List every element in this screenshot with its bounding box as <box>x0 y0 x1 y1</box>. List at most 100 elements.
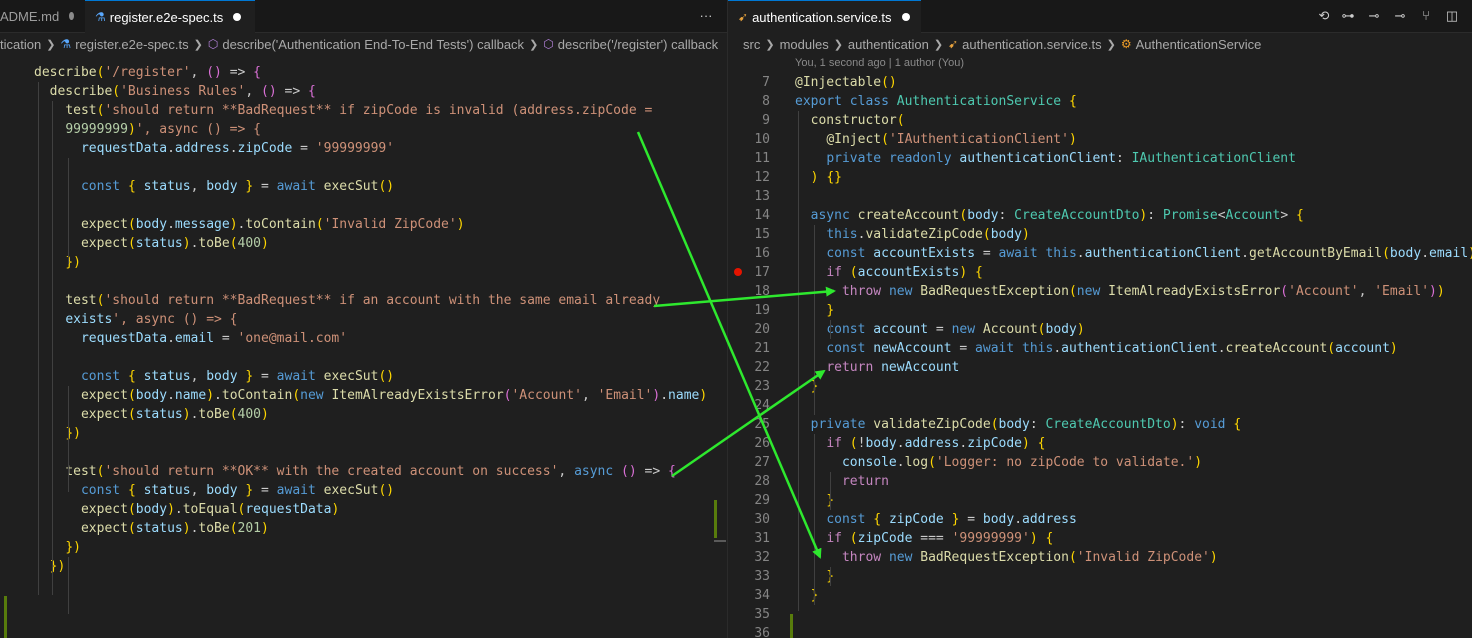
ellipsis-icon[interactable]: ··· <box>698 8 714 24</box>
indent-guide <box>814 225 815 415</box>
code-line[interactable]: expect(body.message).toContain('Invalid … <box>0 215 727 234</box>
code-line[interactable]: }) <box>0 253 727 272</box>
code-line[interactable]: }) <box>0 424 727 443</box>
code-line[interactable]: 26 if (!body.address.zipCode) { <box>728 434 1472 453</box>
code-line[interactable]: 20 const account = new Account(body) <box>728 320 1472 339</box>
code-line[interactable]: describe('Business Rules', () => { <box>0 82 727 101</box>
code-line[interactable] <box>0 196 727 215</box>
code-line[interactable]: 12 ) {} <box>728 168 1472 187</box>
breadcrumb-item[interactable]: describe('Authentication End-To-End Test… <box>222 37 524 52</box>
nestjs-file-icon: ➹ <box>738 10 749 24</box>
code-text: throw new BadRequestException(new ItemAl… <box>841 284 1445 299</box>
code-line[interactable]: 32 throw new BadRequestException('Invali… <box>728 548 1472 567</box>
breadcrumb-item[interactable]: describe('/register') callback <box>558 37 718 52</box>
chevron-right-icon: ❯ <box>46 38 56 51</box>
code-line[interactable]: 23 } <box>728 377 1472 396</box>
breadcrumb-item[interactable]: register.e2e-spec.ts <box>75 37 188 52</box>
code-line[interactable]: const { status, body } = await execSut() <box>0 177 727 196</box>
code-line[interactable]: 19 } <box>728 301 1472 320</box>
code-line[interactable]: describe('/register', () => { <box>0 63 727 82</box>
code-line[interactable]: 30 const { zipCode } = body.address <box>728 510 1472 529</box>
tab-register-e2e-spec[interactable]: ⚗ register.e2e-spec.ts <box>85 0 255 33</box>
tab-authentication-service[interactable]: ➹ authentication.service.ts <box>728 0 921 33</box>
code-line[interactable]: 29 } <box>728 491 1472 510</box>
code-line[interactable]: 7 @Injectable() <box>728 73 1472 92</box>
code-editor[interactable]: describe('/register', () => { describe('… <box>0 55 727 638</box>
code-line[interactable]: expect(status).toBe(201) <box>0 519 727 538</box>
git-commit-icon[interactable]: ⊶ <box>1340 8 1356 24</box>
code-line[interactable] <box>0 348 727 367</box>
scrollbar-change-marker <box>714 500 717 538</box>
code-line[interactable]: 31 if (zipCode === '99999999') { <box>728 529 1472 548</box>
code-line[interactable]: expect(status).toBe(400) <box>0 405 727 424</box>
git-compare-icon[interactable]: ⊸ <box>1366 8 1382 24</box>
code-line[interactable]: 28 return <box>728 472 1472 491</box>
flask-icon: ⚗ <box>95 10 106 24</box>
indent-guide <box>38 82 39 595</box>
code-text: expect(body.name).toContain(new ItemAlre… <box>80 388 708 403</box>
code-line[interactable]: 18 throw new BadRequestException(new Ite… <box>728 282 1472 301</box>
git-branch-icon[interactable]: ⑂ <box>1418 8 1434 24</box>
code-line[interactable]: 35 <box>728 605 1472 624</box>
code-line[interactable] <box>0 158 727 177</box>
breadcrumb-item[interactable]: tication <box>0 37 41 52</box>
code-line[interactable]: }) <box>0 538 727 557</box>
code-line[interactable]: 34 } <box>728 586 1472 605</box>
code-line[interactable]: 36 <box>728 624 1472 638</box>
code-line[interactable]: expect(body).toEqual(requestData) <box>0 500 727 519</box>
line-number: 23 <box>754 379 770 394</box>
tab-label: register.e2e-spec.ts <box>109 9 224 25</box>
line-number: 33 <box>754 569 770 584</box>
code-line[interactable]: test('should return **BadRequest** if an… <box>0 291 727 310</box>
breadcrumb-item[interactable]: authentication <box>848 37 929 52</box>
code-line[interactable]: 9 constructor( <box>728 111 1472 130</box>
code-line[interactable]: test('should return **OK** with the crea… <box>0 462 727 481</box>
line-number: 16 <box>754 246 770 261</box>
code-line[interactable] <box>0 272 727 291</box>
history-icon[interactable]: ⟲ <box>1316 8 1332 24</box>
indent-guide <box>830 320 831 339</box>
code-line[interactable]: expect(status).toBe(400) <box>0 234 727 253</box>
split-editor-icon[interactable]: ◫ <box>1444 8 1460 24</box>
code-line[interactable]: 22 return newAccount <box>728 358 1472 377</box>
code-line[interactable]: 13 <box>728 187 1472 206</box>
indent-guide <box>830 472 831 510</box>
tab-readme[interactable]: ADME.md <box>0 0 84 32</box>
code-line[interactable]: exists', async () => { <box>0 310 727 329</box>
code-line[interactable]: 21 const newAccount = await this.authent… <box>728 339 1472 358</box>
code-line[interactable] <box>0 443 727 462</box>
code-line[interactable]: }) <box>0 557 727 576</box>
git-compare-icon[interactable]: ⊸ <box>1392 8 1408 24</box>
code-line[interactable]: requestData.email = 'one@mail.com' <box>0 329 727 348</box>
breadcrumb-item[interactable]: AuthenticationService <box>1136 37 1262 52</box>
code-line[interactable]: 16 const accountExists = await this.auth… <box>728 244 1472 263</box>
code-line[interactable]: 8 export class AuthenticationService { <box>728 92 1472 111</box>
git-blame-codelens[interactable]: You, 1 second ago | 1 author (You) <box>795 57 964 69</box>
code-line[interactable]: 99999999)', async () => { <box>0 120 727 139</box>
left-editor-group: ADME.md ⚗ register.e2e-spec.ts ··· ticat… <box>0 0 727 638</box>
code-editor[interactable]: 7 @Injectable() 8 export class Authenticati… <box>728 55 1472 638</box>
breadcrumb-item[interactable]: modules <box>780 37 829 52</box>
line-number: 20 <box>754 322 770 337</box>
code-line[interactable]: 15 this.validateZipCode(body) <box>728 225 1472 244</box>
line-number: 13 <box>754 189 770 204</box>
code-line[interactable]: 17 if (accountExists) { <box>728 263 1472 282</box>
code-line[interactable]: 33 } <box>728 567 1472 586</box>
code-line[interactable]: 25 private validateZipCode(body: CreateA… <box>728 415 1472 434</box>
breadcrumb-item[interactable]: authentication.service.ts <box>962 37 1101 52</box>
code-line[interactable]: 10 @Inject('IAuthenticationClient') <box>728 130 1472 149</box>
chevron-right-icon: ❯ <box>193 38 203 51</box>
code-line[interactable]: const { status, body } = await execSut() <box>0 481 727 500</box>
code-line[interactable]: test('should return **BadRequest** if zi… <box>0 101 727 120</box>
code-line[interactable]: 14 async createAccount(body: CreateAccou… <box>728 206 1472 225</box>
line-number: 19 <box>754 303 770 318</box>
breakpoint-icon[interactable] <box>734 268 742 276</box>
code-line[interactable]: expect(body.name).toContain(new ItemAlre… <box>0 386 727 405</box>
line-number: 7 <box>762 75 770 90</box>
code-line[interactable]: requestData.address.zipCode = '99999999' <box>0 139 727 158</box>
breadcrumb-item[interactable]: src <box>743 37 760 52</box>
code-line[interactable]: 27 console.log('Logger: no zipCode to va… <box>728 453 1472 472</box>
code-line[interactable]: 24 <box>728 396 1472 415</box>
code-line[interactable]: 11 private readonly authenticationClient… <box>728 149 1472 168</box>
code-line[interactable]: const { status, body } = await execSut() <box>0 367 727 386</box>
